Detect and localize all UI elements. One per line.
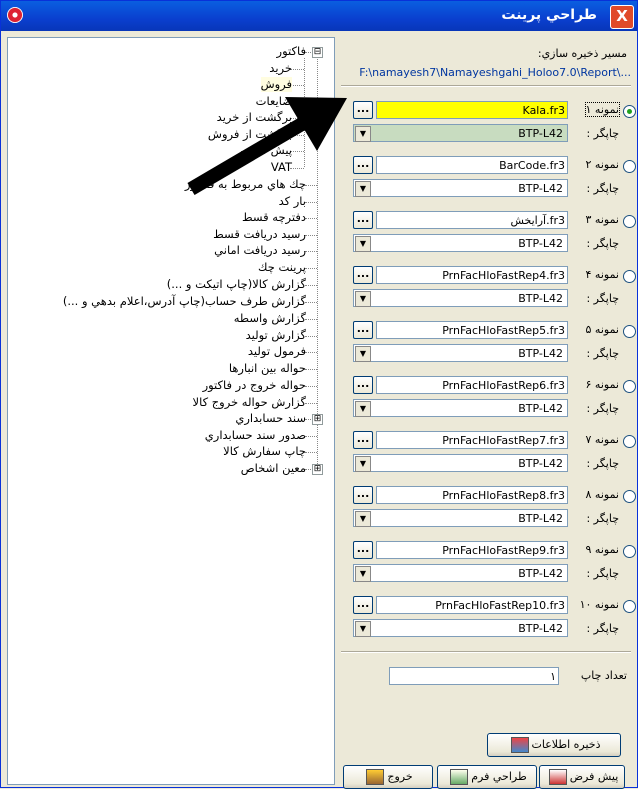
annotation-arrow	[187, 97, 347, 196]
print-design-window: طراحي پرينت X فاكتور ⊟ خريد فروش ضايعات برگشت…	[0, 0, 638, 789]
